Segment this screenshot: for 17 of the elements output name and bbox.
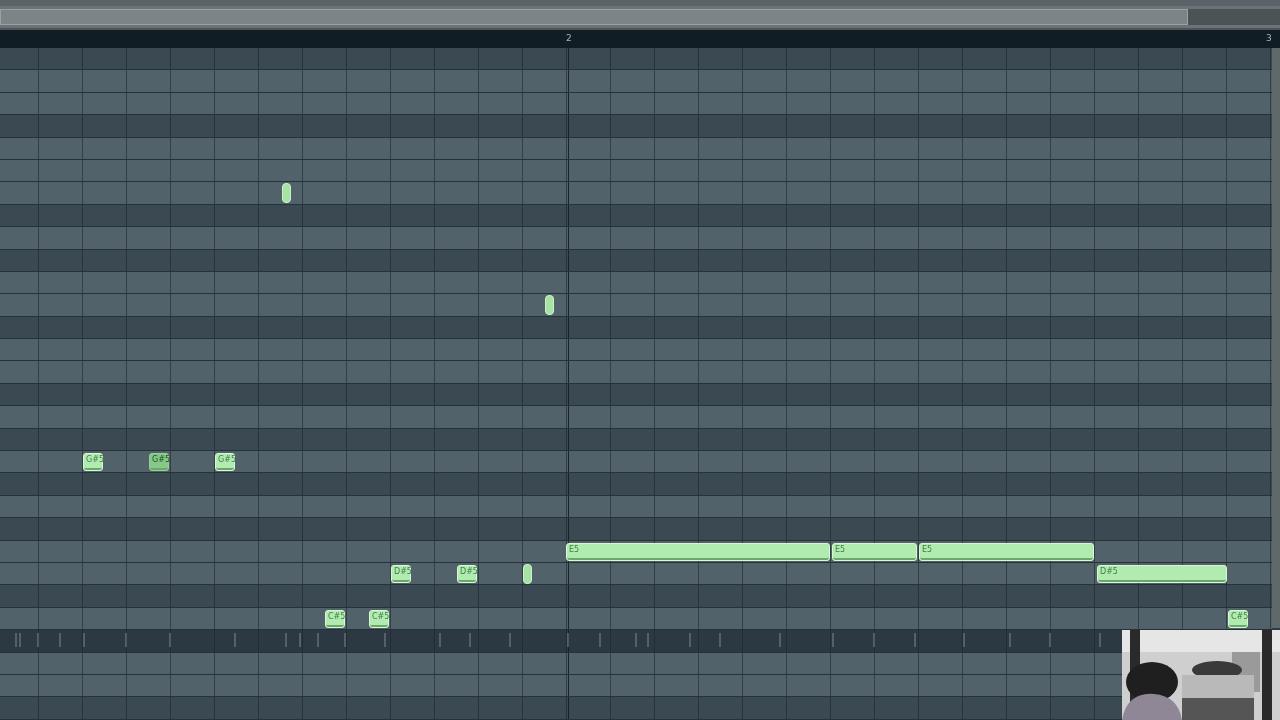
note[interactable]: D#5 (391, 565, 411, 583)
note[interactable] (523, 564, 532, 584)
scrollbar-thumb[interactable] (0, 9, 1188, 25)
bar-number: 3 (1266, 33, 1272, 43)
note[interactable]: D#5 (1097, 565, 1227, 583)
note[interactable]: E5 (919, 542, 1094, 561)
note[interactable] (545, 295, 554, 316)
note[interactable]: C#5 (1228, 609, 1248, 628)
note[interactable]: D#5 (457, 565, 477, 583)
scrollbar[interactable] (1272, 48, 1280, 628)
bar-number: 2 (566, 33, 572, 43)
note[interactable]: E5 (566, 542, 830, 561)
time-ruler[interactable]: 2 3 (0, 30, 1280, 48)
note[interactable]: E5 (832, 542, 917, 561)
note[interactable]: C#5 (369, 609, 389, 628)
note[interactable]: C#5 (325, 609, 345, 628)
note[interactable] (282, 183, 291, 204)
